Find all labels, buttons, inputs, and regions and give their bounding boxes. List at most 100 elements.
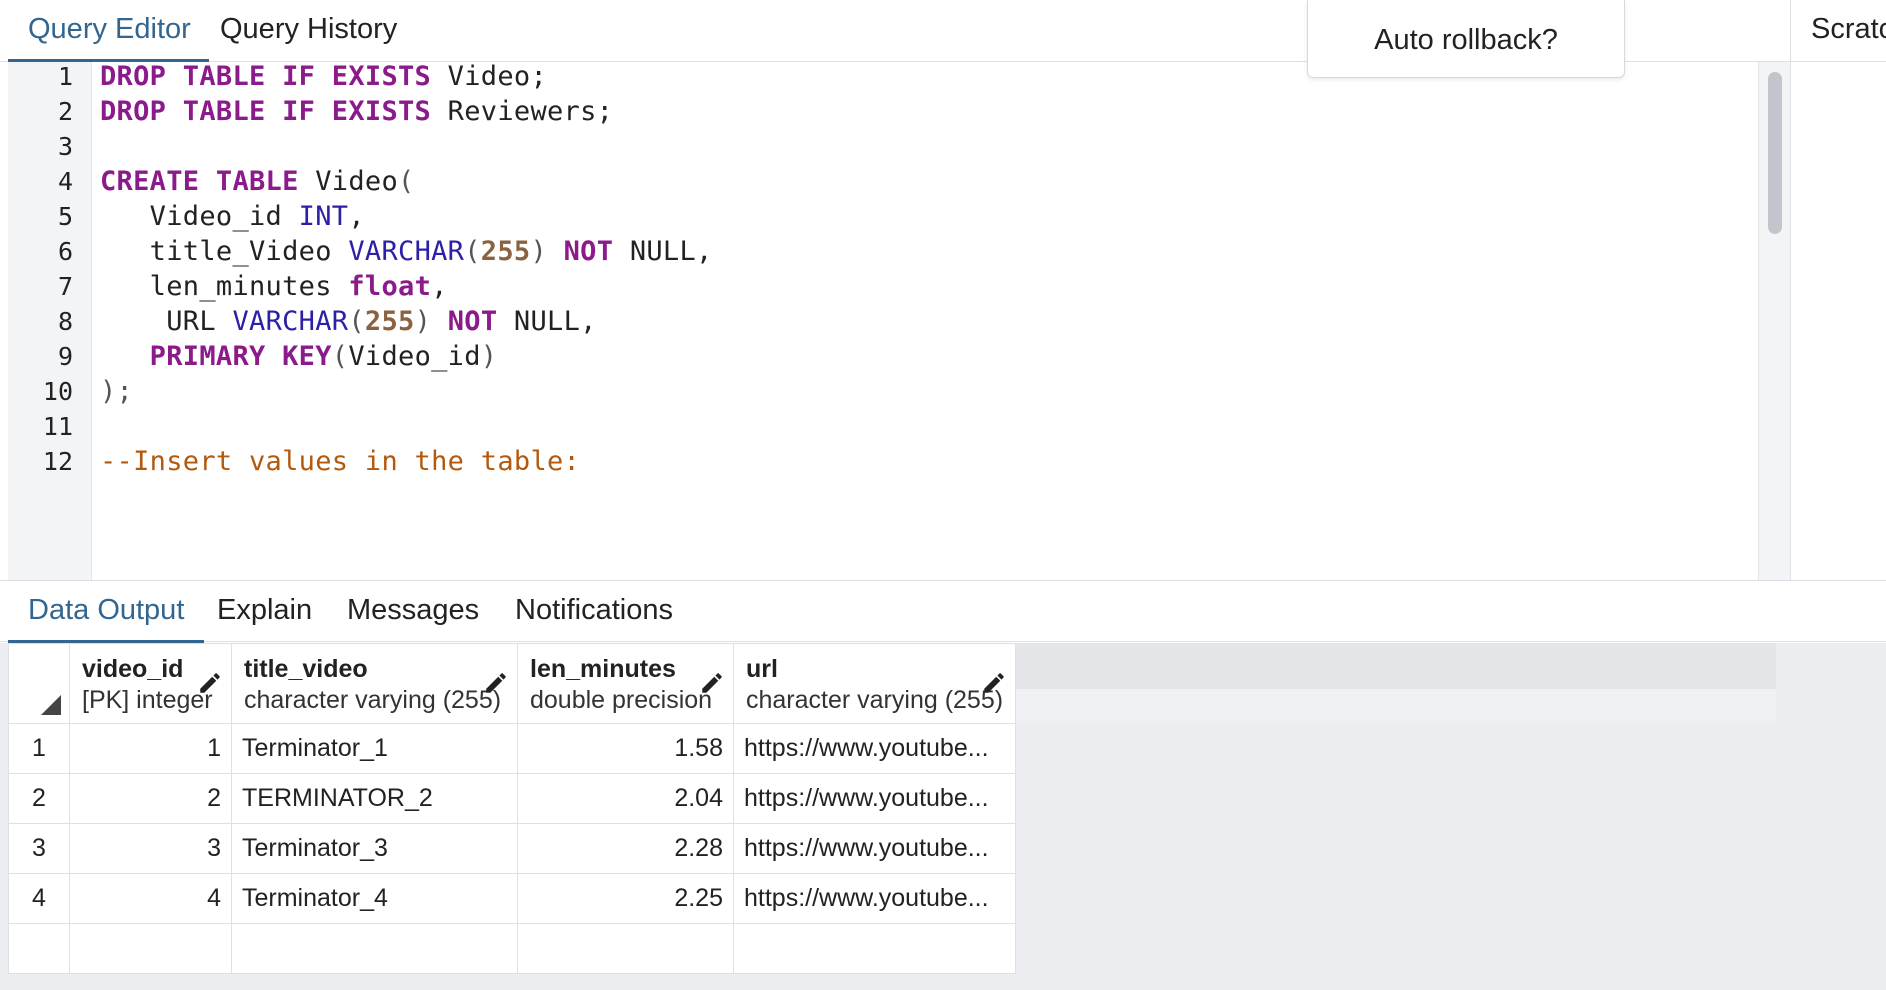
- code-token: NOT: [563, 236, 614, 267]
- code-token: ,: [348, 201, 365, 232]
- cell-video-id[interactable]: 2: [69, 773, 232, 824]
- tab-query-history[interactable]: Query History: [220, 0, 397, 62]
- column-type: character varying (255): [244, 686, 502, 714]
- cell-len-minutes[interactable]: 2.04: [517, 773, 734, 824]
- tab-notifications[interactable]: Notifications: [515, 581, 673, 643]
- column-header-video-id[interactable]: video_id [PK] integer: [69, 643, 232, 724]
- column-type: character varying (255): [746, 686, 1004, 714]
- cell-title-video[interactable]: Terminator_1: [231, 723, 518, 774]
- table-row[interactable]: 1 1 Terminator_1 1.58 https://www.youtub…: [8, 723, 1017, 774]
- row-number[interactable]: 3: [8, 823, 70, 874]
- cell-len-minutes[interactable]: 2.28: [517, 823, 734, 874]
- cell-url[interactable]: https://www.youtube...: [732, 823, 1017, 874]
- auto-rollback-option[interactable]: Auto rollback?: [1307, 0, 1625, 78]
- code-token: Reviewers;: [431, 96, 614, 127]
- code-token: Video_id: [348, 341, 481, 372]
- cell-len-minutes[interactable]: 2.25: [517, 873, 734, 924]
- code-token: DROP TABLE IF EXISTS: [100, 62, 432, 92]
- cell-video-id[interactable]: 3: [69, 823, 232, 874]
- pencil-icon[interactable]: [981, 670, 1007, 696]
- pencil-icon[interactable]: [197, 670, 223, 696]
- code-token: --Insert values in the table:: [100, 446, 581, 477]
- code-token: len_minutes: [100, 271, 349, 302]
- code-line: DROP TABLE IF EXISTS Reviewers;: [100, 91, 613, 133]
- tab-data-output[interactable]: Data Output: [7, 581, 205, 644]
- row-number[interactable]: 2: [8, 773, 70, 824]
- cell-title-video[interactable]: TERMINATOR_2: [231, 773, 518, 824]
- code-token: float: [348, 271, 432, 302]
- cell-empty[interactable]: [732, 923, 1017, 974]
- code-token: ): [480, 341, 498, 372]
- code-token: VARCHAR: [348, 236, 465, 267]
- cell-video-id[interactable]: 1: [69, 723, 232, 774]
- code-token: URL: [100, 306, 233, 337]
- table-row-empty[interactable]: [8, 923, 1017, 974]
- code-line: );: [100, 371, 133, 413]
- code-token: (: [331, 341, 349, 372]
- select-all-corner[interactable]: [8, 643, 70, 724]
- code-token: ): [530, 236, 548, 267]
- code-token: 255: [480, 236, 531, 267]
- code-token: ): [414, 306, 432, 337]
- code-token: NULL,: [497, 306, 597, 337]
- code-line: PRIMARY KEY(Video_id): [100, 336, 497, 378]
- cell-empty[interactable]: [69, 923, 232, 974]
- select-all-corner-icon: [41, 695, 61, 715]
- code-token: Video_id: [100, 201, 299, 232]
- row-number[interactable]: 4: [8, 873, 70, 924]
- column-name: len_minutes: [530, 655, 676, 683]
- tab-explain[interactable]: Explain: [217, 581, 312, 643]
- results-tab-bar: Data Output Explain Messages Notificatio…: [0, 580, 1886, 644]
- editor-scrollbar-thumb[interactable]: [1768, 72, 1782, 234]
- data-output-table: video_id [PK] integer title_video charac…: [8, 643, 1017, 974]
- code-token: PRIMARY KEY: [149, 341, 332, 372]
- line-number: 12: [42, 447, 73, 476]
- grid-header-filler: [993, 643, 1776, 689]
- code-line: --Insert values in the table:: [100, 441, 580, 483]
- code-token: ,: [431, 271, 448, 302]
- tab-scratch-pad[interactable]: Scratc: [1811, 0, 1886, 62]
- cell-empty[interactable]: [517, 923, 734, 974]
- code-token: NOT: [447, 306, 498, 337]
- code-token: INT: [298, 201, 349, 232]
- table-row[interactable]: 2 2 TERMINATOR_2 2.04 https://www.youtub…: [8, 773, 1017, 824]
- cell-url[interactable]: https://www.youtube...: [732, 873, 1017, 924]
- cell-video-id[interactable]: 4: [69, 873, 232, 924]
- column-header-url[interactable]: url character varying (255): [732, 643, 1017, 724]
- code-token: 255: [364, 306, 415, 337]
- cell-empty[interactable]: [231, 923, 518, 974]
- pencil-icon[interactable]: [699, 670, 725, 696]
- line-number-gutter: 1 2 3 4 5 6 7 8 9 10 11 12: [8, 62, 92, 580]
- table-row[interactable]: 4 4 Terminator_4 2.25 https://www.youtub…: [8, 873, 1017, 924]
- pencil-icon[interactable]: [483, 670, 509, 696]
- code-token: );: [100, 376, 134, 407]
- cell-title-video[interactable]: Terminator_3: [231, 823, 518, 874]
- code-token: DROP TABLE IF EXISTS: [100, 96, 432, 127]
- sql-code-editor[interactable]: 1 2 3 4 5 6 7 8 9 10 11 12 DROP TABLE IF EXISTS Vid…: [8, 62, 1758, 580]
- table-row[interactable]: 3 3 Terminator_3 2.28 https://www.youtub…: [8, 823, 1017, 874]
- code-token: (: [464, 236, 481, 267]
- cell-len-minutes[interactable]: 1.58: [517, 723, 734, 774]
- cell-title-video[interactable]: Terminator_4: [231, 873, 518, 924]
- column-header-len-minutes[interactable]: len_minutes double precision: [517, 643, 734, 724]
- code-token: Video;: [431, 62, 547, 92]
- editor-scrollbar[interactable]: [1758, 62, 1790, 580]
- scratch-pad-panel: Scratc: [1790, 0, 1886, 580]
- code-token: CREATE TABLE: [100, 166, 299, 197]
- column-header-title-video[interactable]: title_video character varying (255): [231, 643, 518, 724]
- code-token: (: [348, 306, 365, 337]
- divider: [1791, 61, 1886, 62]
- tab-messages[interactable]: Messages: [347, 581, 479, 643]
- cell-url[interactable]: https://www.youtube...: [732, 773, 1017, 824]
- column-type: double precision: [530, 686, 713, 714]
- code-token: (: [398, 166, 415, 197]
- column-name: url: [746, 655, 778, 683]
- row-number[interactable]: [8, 923, 70, 974]
- cell-url[interactable]: https://www.youtube...: [732, 723, 1017, 774]
- tab-query-editor[interactable]: Query Editor: [8, 0, 209, 63]
- column-name: title_video: [244, 655, 368, 683]
- row-number[interactable]: 1: [8, 723, 70, 774]
